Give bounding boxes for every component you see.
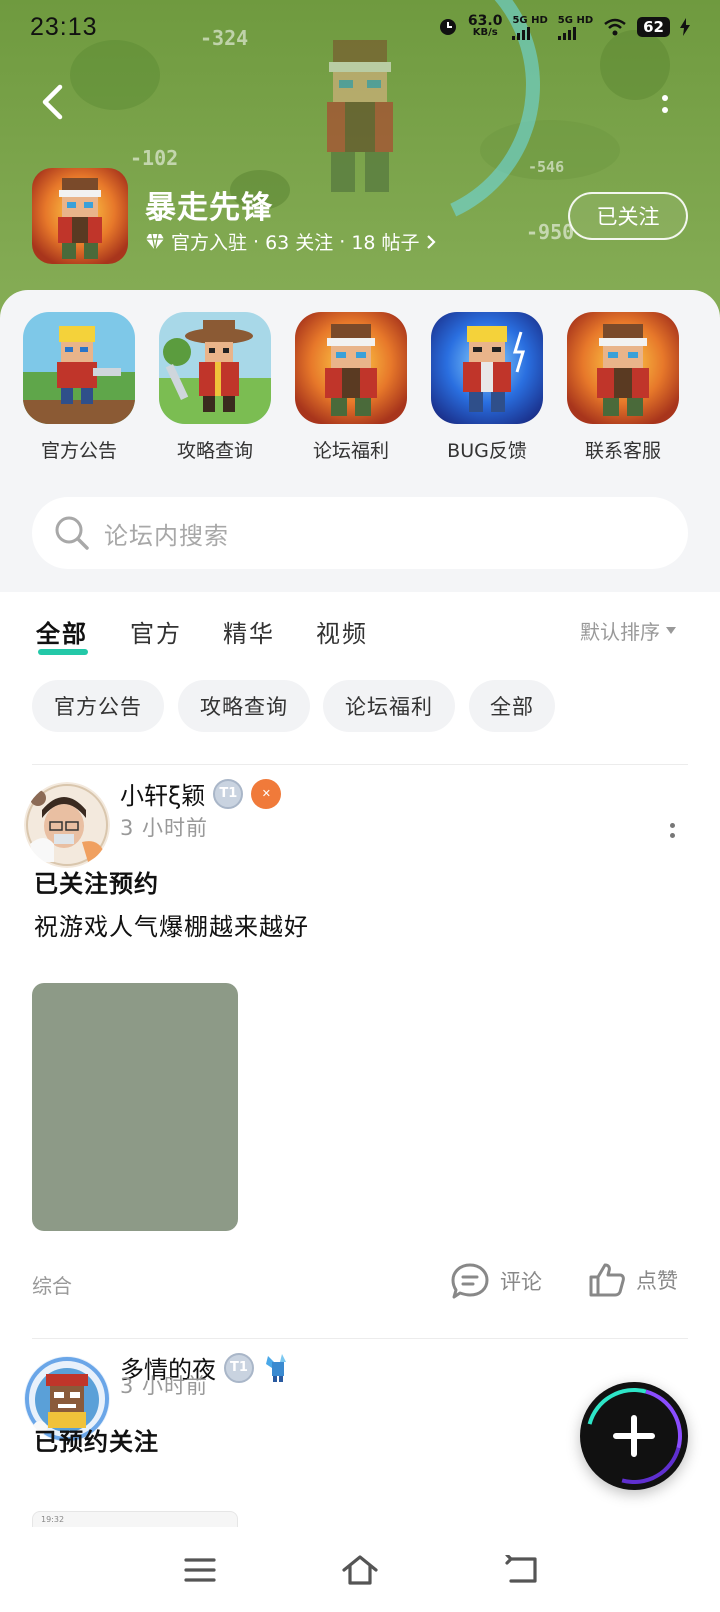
- chip-forum-perks[interactable]: 论坛福利: [323, 680, 455, 732]
- blue-hero-icon: [431, 312, 543, 424]
- sort-dropdown[interactable]: 默认排序: [580, 616, 676, 645]
- menu-icon: [184, 1558, 216, 1582]
- avatar-image: [24, 782, 110, 868]
- forum-header: -324 -102 -546 -950 23:13 63.0 KB/s 5G H…: [0, 0, 720, 320]
- post-time: 3 小时前: [120, 816, 209, 840]
- system-nav-bar: [0, 1528, 720, 1612]
- thumbs-up-icon: [589, 1263, 625, 1297]
- headband-hero-icon: [32, 168, 128, 264]
- sim1-indicator: 5G HD: [512, 15, 548, 40]
- level-badge-icon: T1: [213, 778, 244, 809]
- diamond-icon: [146, 233, 164, 250]
- signal-icon: [557, 26, 576, 40]
- nav-back-button[interactable]: [500, 1548, 544, 1592]
- follow-button[interactable]: 已关注: [568, 192, 688, 240]
- shortcut-panel: 官方公告 攻略查询 论坛福利 BUG反馈 联系客服 论坛内搜索: [0, 290, 720, 592]
- dot: [669, 832, 675, 838]
- net-speed: 63.0 KB/s: [467, 13, 503, 38]
- shortcut-strategy[interactable]: 攻略查询: [150, 312, 280, 463]
- shortcut-label: 联系客服: [584, 440, 661, 462]
- post-category[interactable]: 综合: [32, 1270, 72, 1299]
- status-time: 23:13: [30, 12, 98, 41]
- chip-official-notice[interactable]: 官方公告: [32, 680, 164, 732]
- sim2-indicator: 5G HD: [557, 15, 593, 40]
- game-title: 暴走先锋: [145, 190, 273, 226]
- cowboy-swordsman-icon: [159, 312, 271, 424]
- post-title: 已关注预约: [34, 870, 159, 898]
- post-more-button[interactable]: [662, 815, 682, 845]
- shortcut-label: 论坛福利: [312, 440, 389, 462]
- back-button[interactable]: [32, 80, 72, 124]
- dot: [669, 822, 675, 828]
- shortcut-bug-report[interactable]: BUG反馈: [422, 312, 552, 463]
- post-image-preview[interactable]: 19:32: [32, 1511, 238, 1527]
- status-bar: 23:13 63.0 KB/s 5G HD 5G HD 62: [0, 0, 720, 54]
- divider: [32, 1338, 688, 1339]
- search-icon: [55, 516, 89, 550]
- dot: [662, 107, 668, 113]
- shortcut-label: 官方公告: [40, 440, 117, 462]
- avatar[interactable]: [24, 782, 110, 868]
- shortcut-official-notice[interactable]: 官方公告: [14, 312, 144, 463]
- game-icon[interactable]: [32, 168, 128, 264]
- chip-all[interactable]: 全部: [469, 680, 555, 732]
- shortcut-label: 攻略查询: [176, 440, 253, 462]
- dot: [662, 95, 668, 101]
- chevron-right-icon: [426, 234, 436, 249]
- nav-home-button[interactable]: [338, 1548, 382, 1592]
- comment-button[interactable]: 评论: [450, 1262, 542, 1300]
- comment-icon: [451, 1263, 489, 1299]
- active-tab-indicator: [38, 649, 88, 655]
- tab-official[interactable]: 官方: [130, 614, 182, 649]
- blonde-gunner-icon: [23, 312, 135, 424]
- damage-number: -546: [528, 158, 565, 176]
- chip-strategy[interactable]: 攻略查询: [178, 680, 310, 732]
- blue-figure-badge-icon: [266, 1353, 286, 1382]
- battery-indicator: 62: [637, 17, 670, 37]
- level-badge-icon: T1: [224, 1352, 254, 1383]
- fab-ring: [568, 1370, 700, 1502]
- home-icon: [342, 1555, 378, 1585]
- alarm-icon: [439, 19, 456, 35]
- more-options-button[interactable]: [650, 84, 680, 124]
- post-title: 已预约关注: [34, 1428, 159, 1456]
- tab-featured[interactable]: 精华: [223, 614, 275, 649]
- header-hero-figure: [327, 40, 393, 192]
- game-meta[interactable]: 官方入驻 · 63 关注 · 18 帖子: [145, 228, 436, 255]
- damage-number: -102: [130, 146, 179, 170]
- like-button[interactable]: 点赞: [588, 1262, 678, 1298]
- headband-hero-icon: [295, 312, 407, 424]
- headband-hero-icon: [567, 312, 679, 424]
- search-placeholder: 论坛内搜索: [104, 521, 229, 550]
- shortcut-label: BUG反馈: [447, 440, 527, 462]
- post-author[interactable]: 小轩ξ颖 T1 ✕: [120, 776, 282, 811]
- tab-video[interactable]: 视频: [316, 614, 368, 649]
- shortcut-forum-perks[interactable]: 论坛福利: [286, 312, 416, 463]
- damage-number: -950: [526, 220, 575, 244]
- signal-icon: [512, 26, 531, 40]
- dropdown-triangle-icon: [666, 627, 676, 634]
- nav-menu-button[interactable]: [178, 1548, 222, 1592]
- return-icon: [505, 1555, 537, 1583]
- post-image[interactable]: [32, 983, 238, 1231]
- wifi-icon: [604, 18, 626, 36]
- charging-icon: [680, 18, 690, 36]
- forum-search-bar[interactable]: 论坛内搜索: [32, 497, 688, 569]
- create-post-button[interactable]: [568, 1370, 700, 1502]
- back-arrow-icon: [42, 84, 63, 120]
- tab-all[interactable]: 全部: [36, 614, 88, 655]
- shortcut-customer-service[interactable]: 联系客服: [558, 312, 688, 463]
- post-tabs: 全部 官方 精华 视频 默认排序: [0, 592, 720, 670]
- post-body: 祝游戏人气爆棚越来越好: [34, 913, 309, 941]
- post-time: 3 小时前: [120, 1374, 209, 1398]
- divider: [32, 764, 688, 765]
- orange-medal-icon: ✕: [251, 778, 282, 809]
